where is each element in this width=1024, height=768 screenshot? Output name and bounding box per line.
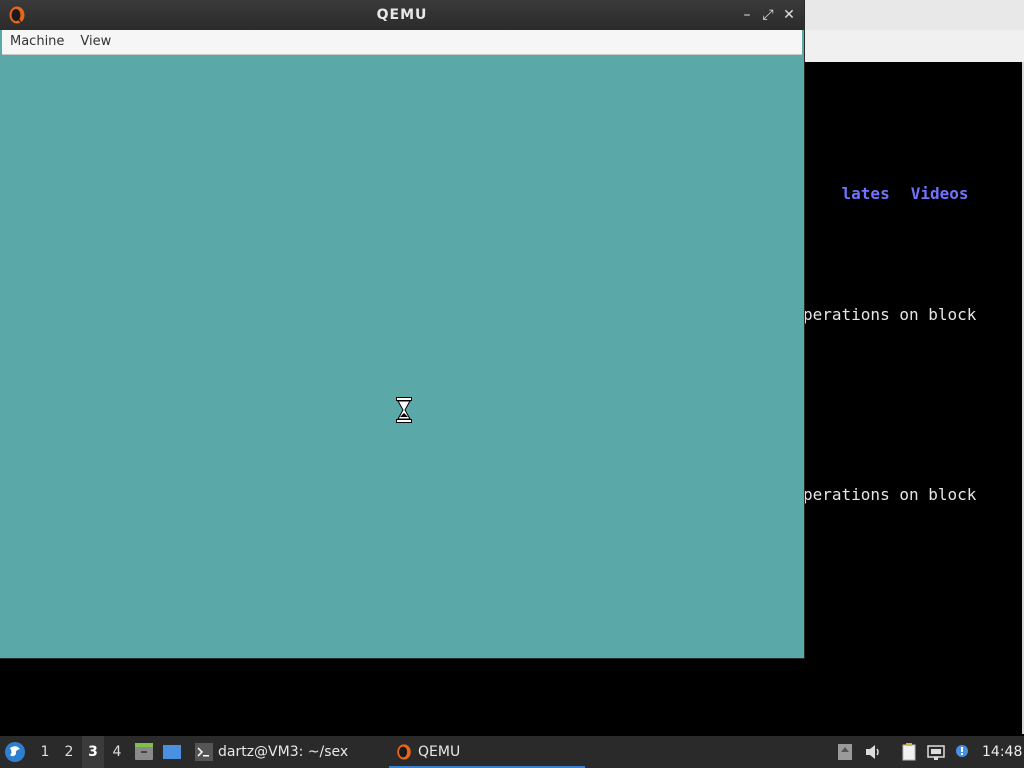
close-button[interactable]: ✕ — [780, 6, 798, 24]
hourglass-cursor-icon — [396, 397, 412, 423]
clock[interactable]: 14:48 — [982, 736, 1022, 768]
qemu-icon — [397, 744, 411, 760]
workspace-3[interactable]: 3 — [82, 736, 104, 768]
terminal-output-line: perations on block — [803, 485, 977, 504]
clipboard-icon[interactable] — [900, 743, 918, 761]
task-label: QEMU — [418, 744, 461, 760]
maximize-button[interactable]: ⤢ — [759, 6, 777, 24]
background-window-titlebar[interactable] — [804, 0, 1024, 62]
desktop-icon[interactable] — [162, 743, 182, 761]
task-qemu[interactable]: QEMU — [389, 736, 585, 768]
terminal-directory-listing: lates Videos — [803, 165, 990, 222]
directory-name: Videos — [910, 184, 969, 203]
task-label: dartz@VM3: ~/sex — [218, 744, 349, 760]
volume-icon[interactable] — [864, 743, 882, 761]
qemu-window[interactable]: QEMU – ⤢ ✕ Machine View — [0, 0, 804, 658]
notification-icon[interactable] — [953, 743, 971, 761]
workspace-1[interactable]: 1 — [34, 736, 56, 768]
workspace-2[interactable]: 2 — [58, 736, 80, 768]
task-terminal[interactable]: dartz@VM3: ~/sex — [189, 736, 379, 768]
background-window-edge — [805, 0, 1024, 30]
menu-view[interactable]: View — [72, 30, 119, 54]
window-title: QEMU — [376, 7, 428, 23]
terminal-output-line: perations on block — [803, 305, 977, 324]
terminal-icon — [195, 743, 213, 761]
taskbar: 1 2 3 4 dartz@VM3: ~/sex QEMU 14:48 — [0, 736, 1024, 768]
file-manager-icon[interactable] — [134, 743, 154, 761]
start-menu-icon[interactable] — [4, 741, 26, 763]
minimize-button[interactable]: – — [738, 6, 756, 24]
network-icon[interactable] — [927, 743, 945, 761]
qemu-titlebar[interactable]: QEMU – ⤢ ✕ — [0, 0, 804, 30]
menu-bar: Machine View — [2, 30, 802, 55]
updates-icon[interactable] — [836, 743, 854, 761]
workspace-4[interactable]: 4 — [106, 736, 128, 768]
vm-display[interactable] — [2, 55, 804, 658]
directory-name: lates — [841, 184, 890, 203]
menu-machine[interactable]: Machine — [2, 30, 72, 54]
